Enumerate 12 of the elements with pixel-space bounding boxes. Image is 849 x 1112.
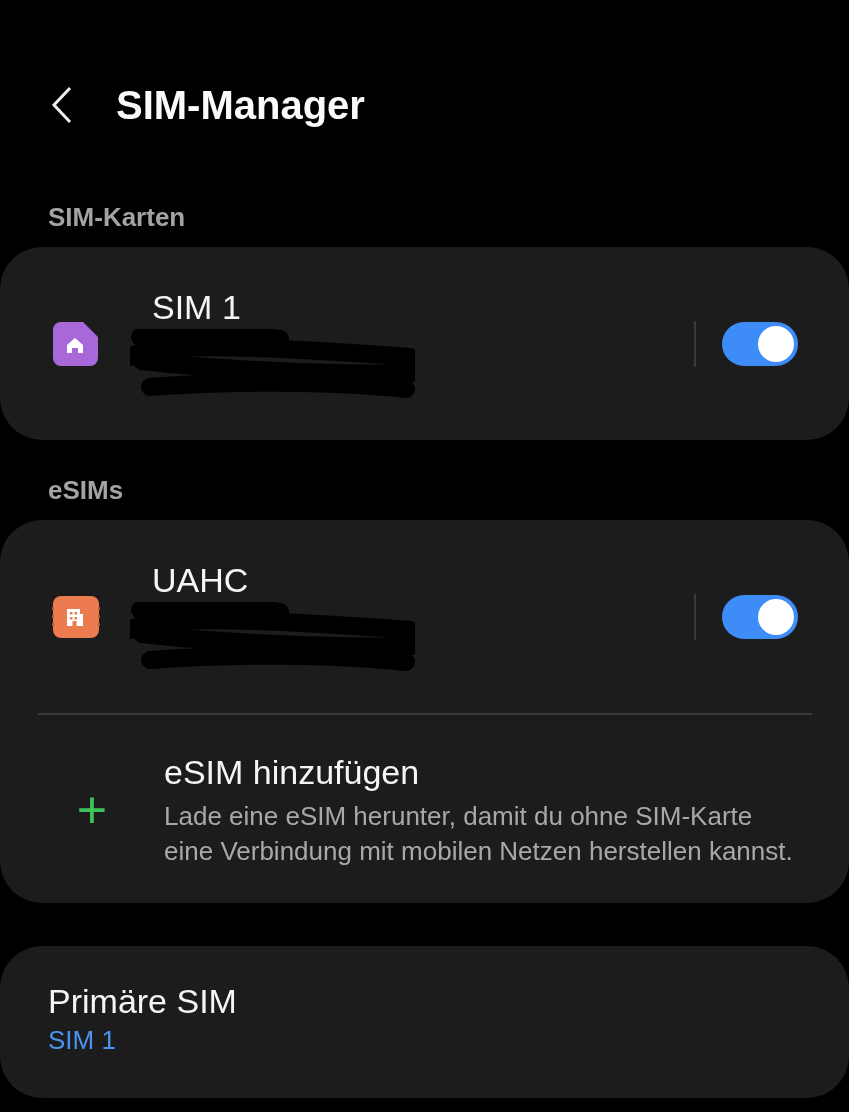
add-icon: + <box>62 784 122 836</box>
sim-name: SIM 1 <box>152 286 242 327</box>
section-label: SIM-Karten <box>48 202 186 232</box>
primary-sim-value: SIM 1 <box>48 1024 117 1057</box>
toggle-switch[interactable] <box>722 594 798 639</box>
toggle-switch[interactable] <box>722 321 798 366</box>
sim-name: UAHC <box>152 559 250 600</box>
add-esim-title[interactable]: eSIM hinzufügen <box>164 751 804 793</box>
primary-sim-title[interactable]: Primäre SIM <box>48 980 801 1022</box>
section-label: eSIMs <box>48 475 124 505</box>
add-esim-description: Lade eine eSIM herunter, damit du ohne SIM-Karte eine Verbindung mit mobilen Netzen herstellen kannst. <box>164 800 794 868</box>
page-title: SIM-Manager <box>116 82 365 128</box>
